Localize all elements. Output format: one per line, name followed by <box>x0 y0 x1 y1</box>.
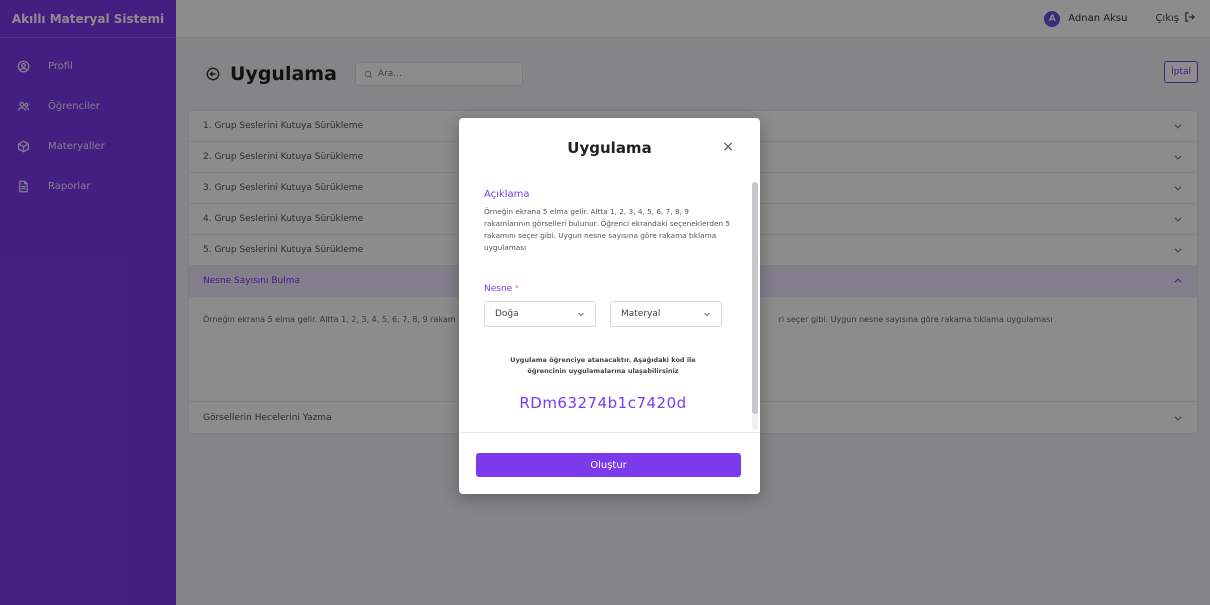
info-text: Uygulama öğrenciye atanacaktır. Aşağıdak… <box>484 355 722 377</box>
category-select-value: Doğa <box>495 309 519 319</box>
category-select[interactable]: Doğa <box>484 301 596 327</box>
create-button[interactable]: Oluştur <box>476 453 741 477</box>
nesne-label-text: Nesne <box>484 284 513 294</box>
modal-body: Açıklama Örneğin ekrana 5 elma gelir. Al… <box>459 178 760 433</box>
modal-scrollbar[interactable] <box>752 182 758 430</box>
info-line-1: Uygulama öğrenciye atanacaktır. Aşağıdak… <box>510 356 696 364</box>
description-label: Açıklama <box>484 189 530 200</box>
nesne-label: Nesne * <box>484 284 735 294</box>
select-row: Doğa Materyal <box>484 301 722 327</box>
modal-title: Uygulama <box>567 139 652 157</box>
description-text: Örneğin ekrana 5 elma gelir. Altta 1, 2,… <box>484 207 731 252</box>
chevron-down-icon <box>578 312 584 317</box>
scrollbar-thumb[interactable] <box>752 182 758 414</box>
chevron-down-icon <box>704 312 710 317</box>
modal-header: Uygulama × <box>459 118 760 178</box>
required-mark: * <box>515 284 519 292</box>
material-select-value: Materyal <box>621 309 661 319</box>
modal-dialog: Uygulama × Açıklama Örneğin ekrana 5 elm… <box>459 118 760 494</box>
access-code: RDm63274b1c7420d <box>519 394 687 412</box>
material-select[interactable]: Materyal <box>610 301 722 327</box>
info-line-2: öğrencinin uygulamalarına ulaşabilirsini… <box>527 367 679 375</box>
close-icon[interactable]: × <box>722 140 734 154</box>
